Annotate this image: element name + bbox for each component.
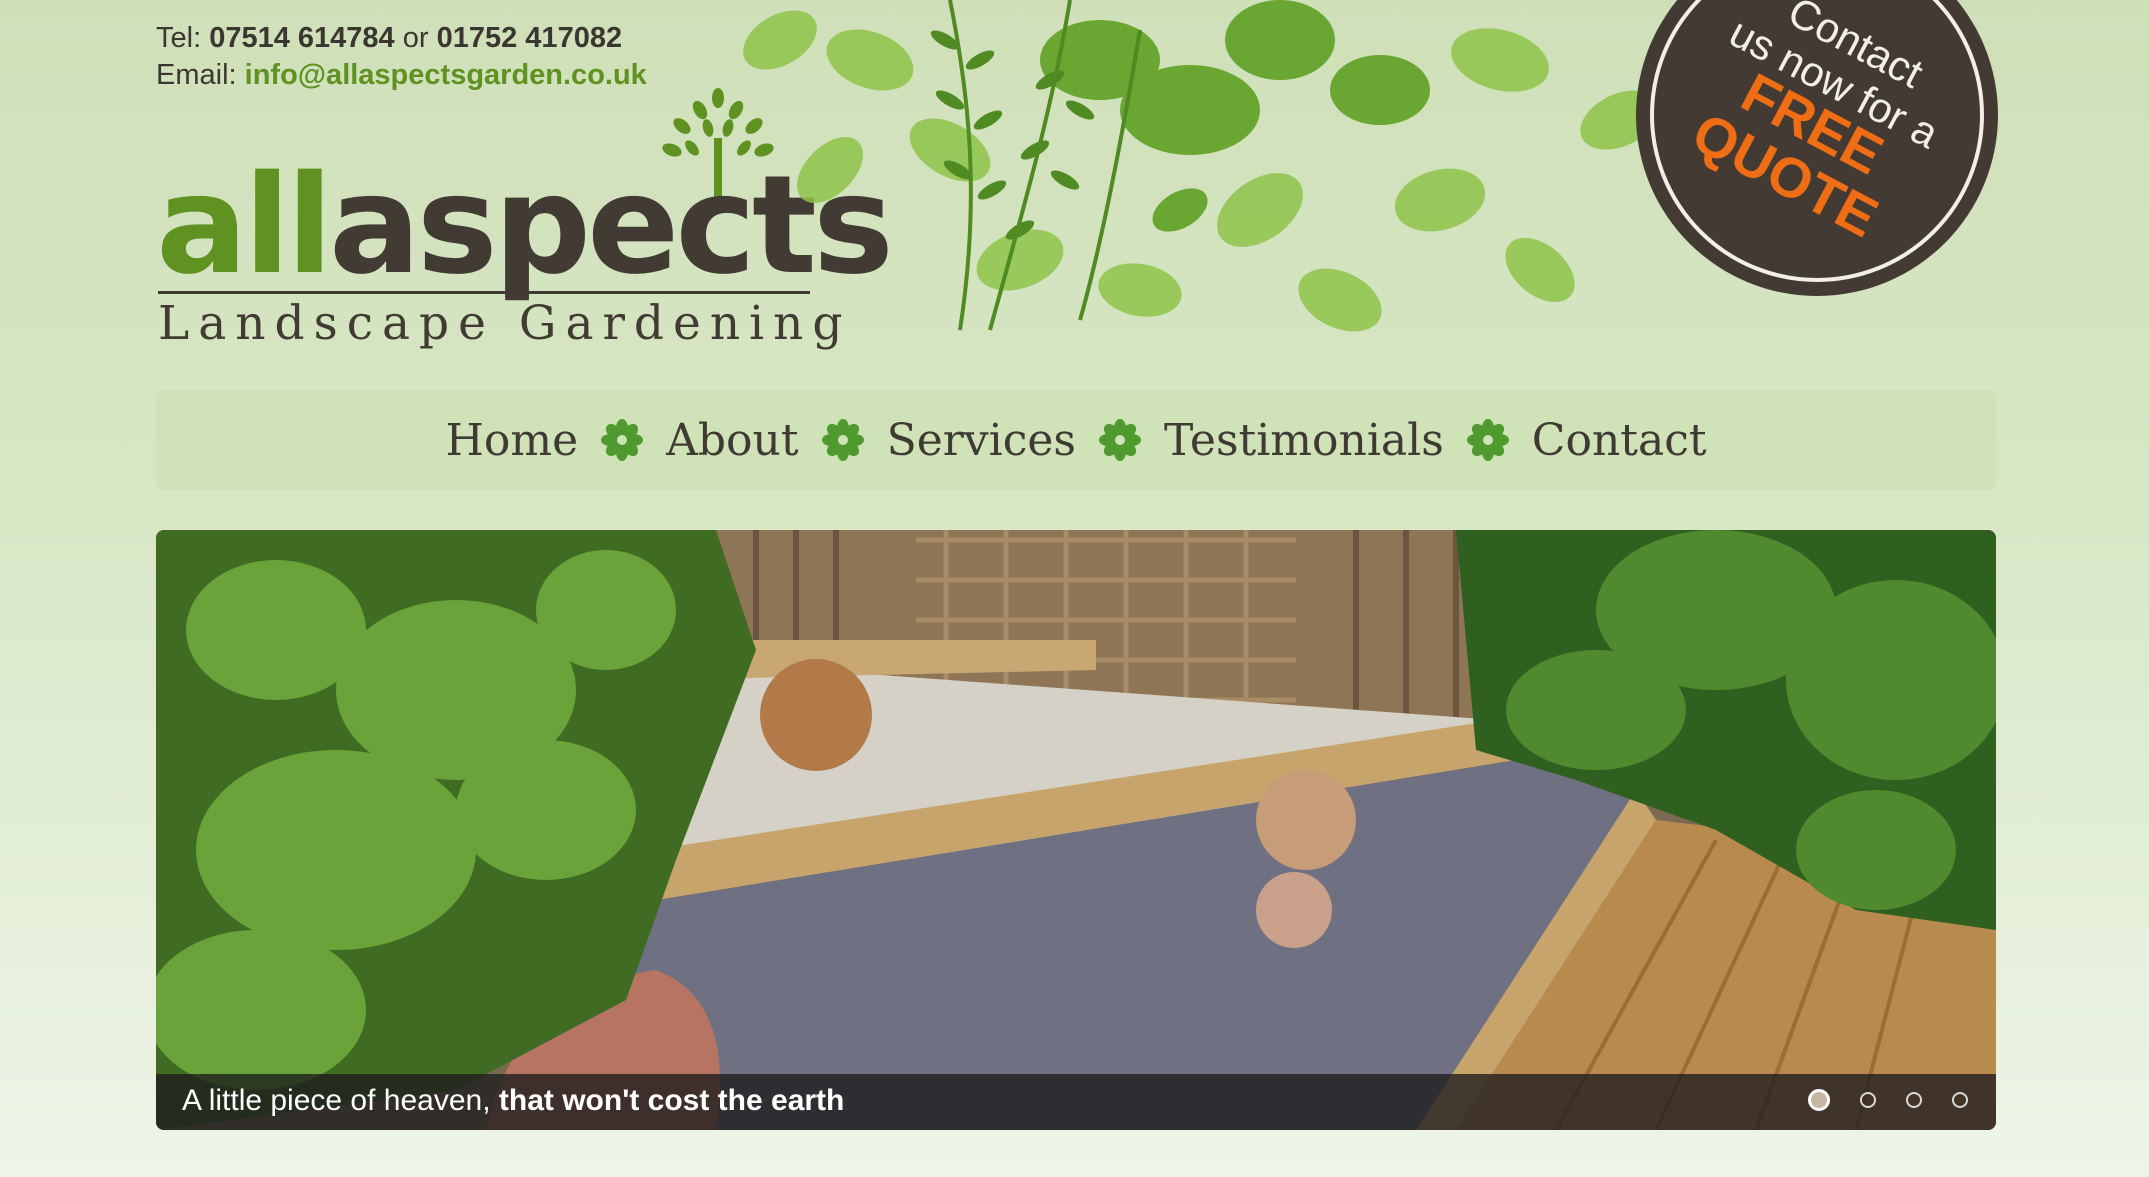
phone-number-2[interactable]: 01752 417082 [437, 22, 622, 54]
nav-testimonials[interactable]: Testimonials [1164, 415, 1444, 466]
nav-contact[interactable]: Contact [1532, 415, 1707, 466]
slide-caption: A little piece of heaven, that won't cos… [182, 1084, 844, 1118]
nav-services[interactable]: Services [887, 415, 1076, 466]
slide-dot-3[interactable] [1906, 1092, 1922, 1108]
flower-separator-icon [601, 419, 644, 461]
nav-home[interactable]: Home [445, 415, 578, 466]
slide-dot-4[interactable] [1952, 1092, 1968, 1108]
logo-word-all: all [156, 147, 333, 305]
flower-separator-icon [821, 419, 864, 461]
free-quote-badge[interactable]: Contact us now for a FREE QUOTE [1636, 0, 1998, 296]
caption-bar: A little piece of heaven, that won't cos… [156, 1074, 1996, 1130]
site-logo[interactable]: allaspects Landscape Gardening [156, 88, 894, 358]
tel-label: Tel: [156, 22, 202, 54]
tel-or: or [402, 22, 429, 54]
caption-normal: A little piece of heaven, [182, 1084, 491, 1117]
caption-bold: that won't cost the earth [498, 1084, 845, 1117]
garden-photo [156, 530, 1996, 1130]
email-link[interactable]: info@allaspectsgarden.co.uk [245, 59, 647, 91]
main-nav: Home About Services Testimonials Contact [156, 390, 1996, 490]
contact-info: Tel: 07514 614784 or 01752 417082 Email:… [156, 20, 647, 94]
slide-dot-2[interactable] [1860, 1092, 1876, 1108]
email-label: Email: [156, 59, 237, 91]
nav-about[interactable]: About [666, 415, 798, 466]
logo-divider [158, 291, 810, 294]
slide-dots [1808, 1089, 1968, 1111]
slide-dot-1[interactable] [1808, 1089, 1830, 1111]
phone-number-1[interactable]: 07514 614784 [209, 22, 394, 54]
flower-separator-icon [1098, 419, 1141, 461]
hero-slideshow[interactable]: A little piece of heaven, that won't cos… [156, 530, 1996, 1130]
flower-separator-icon [1466, 419, 1509, 461]
phone-line: Tel: 07514 614784 or 01752 417082 [156, 20, 647, 57]
